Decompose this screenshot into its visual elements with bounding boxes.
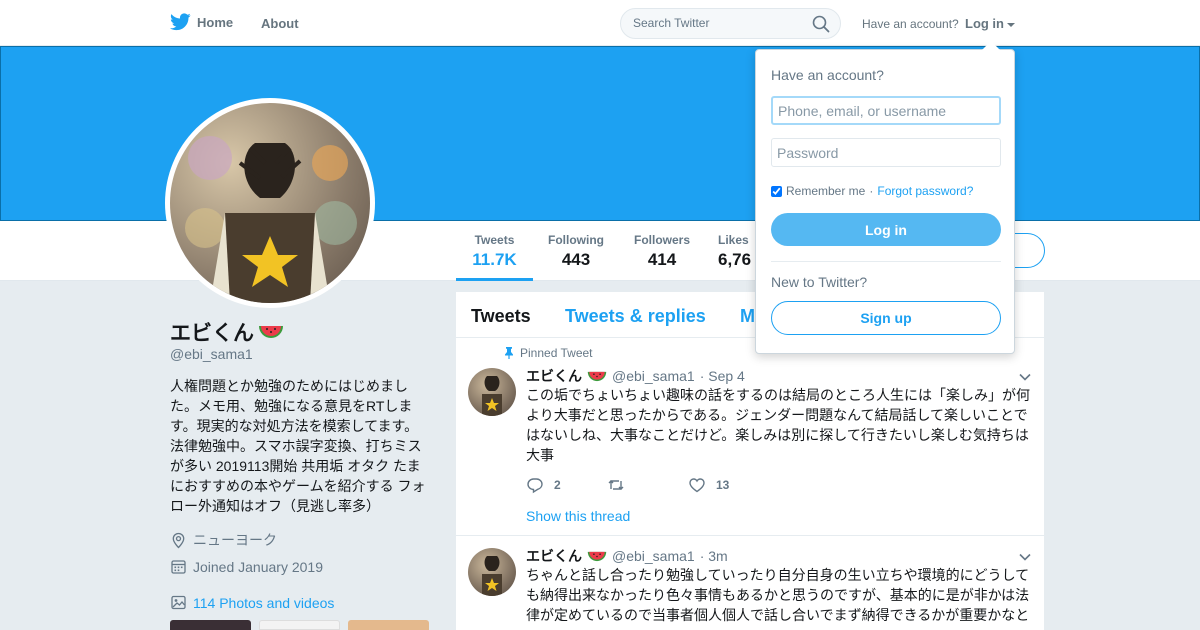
remember-me-label[interactable]: Remember me [786, 184, 865, 198]
location-pin-icon [172, 532, 185, 548]
reply-action[interactable]: 2 [526, 476, 607, 494]
search-box[interactable] [620, 8, 841, 39]
tweet-avatar[interactable] [468, 368, 516, 416]
tweet-avatar-artwork [482, 556, 502, 596]
photo-thumbnails [170, 620, 429, 630]
remember-separator: · [869, 184, 874, 198]
tab-tweets[interactable]: Tweets [471, 306, 531, 327]
pin-icon [505, 347, 513, 359]
login-menu-label: Log in [965, 16, 1004, 31]
profile-name-text: エビくん [170, 322, 254, 345]
stat-label: Following [548, 233, 604, 247]
new-to-twitter-text: New to Twitter? [771, 274, 868, 290]
tweet-item[interactable]: Pinned Tweet エビくん @ebi_sama1 · Sep 4 この垢… [456, 338, 1044, 536]
nav-about-link[interactable]: About [261, 16, 299, 31]
tweet-avatar[interactable] [468, 548, 516, 596]
photo-thumbnail[interactable] [170, 620, 251, 630]
stat-following[interactable]: Following 443 [543, 233, 609, 270]
photo-icon [171, 595, 186, 610]
pinned-indicator: Pinned Tweet [504, 346, 593, 360]
pinned-label: Pinned Tweet [520, 346, 593, 360]
stat-value: 414 [647, 250, 677, 269]
dropdown-caret [982, 41, 1000, 50]
tweet-author-handle[interactable]: @ebi_sama1 [612, 368, 695, 384]
search-icon[interactable] [812, 15, 830, 33]
watermelon-icon [259, 326, 283, 338]
tweet-header: エビくん @ebi_sama1 · 3m [526, 546, 728, 566]
watermelon-icon [587, 551, 607, 561]
forgot-password-link[interactable]: Forgot password? [877, 184, 973, 198]
tweet-item[interactable]: エビくん @ebi_sama1 · 3m ちゃんと話し合ったり勉強していったり自… [456, 536, 1044, 630]
stat-followers[interactable]: Followers 414 [629, 233, 695, 270]
username-field[interactable] [771, 96, 1001, 125]
heart-icon [689, 478, 705, 493]
watermelon-icon [587, 371, 607, 381]
profile-location: ニューヨーク [170, 530, 277, 550]
twitter-bird-icon [170, 13, 191, 31]
retweet-action[interactable] [607, 476, 688, 494]
chevron-down-icon[interactable] [1018, 550, 1032, 564]
tweet-author-name[interactable]: エビくん [526, 546, 582, 566]
top-nav: Home About Have an account? Log in [0, 0, 1200, 46]
retweet-icon [608, 480, 624, 490]
tab-tweets-replies[interactable]: Tweets & replies [565, 306, 706, 327]
profile-handle: @ebi_sama1 [170, 346, 253, 362]
signup-button[interactable]: Sign up [771, 301, 1001, 335]
stat-value: 11.7K [472, 250, 517, 269]
tweet-author-name[interactable]: エビくん [526, 366, 582, 386]
joined-text: Joined January 2019 [193, 558, 323, 575]
search-input[interactable] [633, 16, 803, 30]
dropdown-title: Have an account? [771, 67, 884, 83]
stat-tweets[interactable]: Tweets 11.7K [456, 233, 533, 281]
tab-media[interactable]: M [740, 306, 755, 327]
like-action[interactable]: 13 [688, 476, 769, 494]
stat-likes[interactable]: Likes 6,76 [718, 233, 758, 270]
tweet-author-handle[interactable]: @ebi_sama1 [612, 548, 695, 564]
remember-me-checkbox[interactable] [771, 185, 782, 197]
avatar-artwork [185, 136, 357, 303]
caret-down-icon [1007, 22, 1015, 27]
profile-name: エビくん [170, 317, 284, 347]
show-thread-link[interactable]: Show this thread [526, 508, 630, 524]
chevron-down-icon[interactable] [1018, 370, 1032, 384]
tweet-text: ちゃんと話し合ったり勉強していったり自分自身の生い立ちや環境的にどうしても納得出… [526, 567, 1030, 623]
stat-value: 6,76 [718, 250, 752, 269]
profile-avatar[interactable] [165, 98, 375, 308]
nav-home-label: Home [197, 14, 234, 30]
photos-videos-link[interactable]: 114 Photos and videos [170, 594, 334, 611]
photos-videos-text: 114 Photos and videos [193, 594, 335, 611]
stat-value: 443 [561, 250, 591, 269]
login-button[interactable]: Log in [771, 213, 1001, 246]
have-account-text: Have an account? [862, 17, 959, 31]
location-text: ニューヨーク [193, 532, 277, 548]
dropdown-divider [771, 261, 1001, 262]
remember-row: Remember me · Forgot password? [771, 184, 973, 198]
tweet-header: エビくん @ebi_sama1 · Sep 4 [526, 366, 745, 386]
photo-thumbnail[interactable] [348, 620, 429, 630]
nav-home-link[interactable]: Home [170, 13, 233, 31]
tweet-actions: 2 13 [526, 476, 769, 494]
tweet-avatar-artwork [482, 376, 502, 416]
stat-label: Likes [718, 233, 749, 247]
photo-thumbnail[interactable] [259, 620, 340, 630]
profile-bio: 人権問題とか勉強のためにはじめました。メモ用、勉強になる意見をRTします。現実的… [170, 378, 426, 514]
tweet-text: この垢でちょいちょい趣味の話をするのは結局のところ人生には「楽しみ」が何より大事… [526, 387, 1030, 463]
reply-count: 2 [554, 478, 561, 492]
login-menu-toggle[interactable]: Log in [965, 16, 1015, 31]
tweet-timestamp[interactable]: · 3m [700, 548, 728, 564]
stat-label: Followers [633, 233, 690, 247]
avatar-image [170, 103, 370, 303]
password-field[interactable] [771, 138, 1001, 167]
tweet-timestamp[interactable]: · Sep 4 [700, 368, 745, 384]
profile-joined: Joined January 2019 [170, 558, 323, 575]
reply-icon [527, 478, 543, 494]
stat-label: Tweets [474, 233, 515, 247]
like-count: 13 [716, 478, 730, 492]
login-dropdown: Have an account? Remember me · Forgot pa… [755, 41, 1015, 354]
calendar-icon [171, 560, 186, 574]
